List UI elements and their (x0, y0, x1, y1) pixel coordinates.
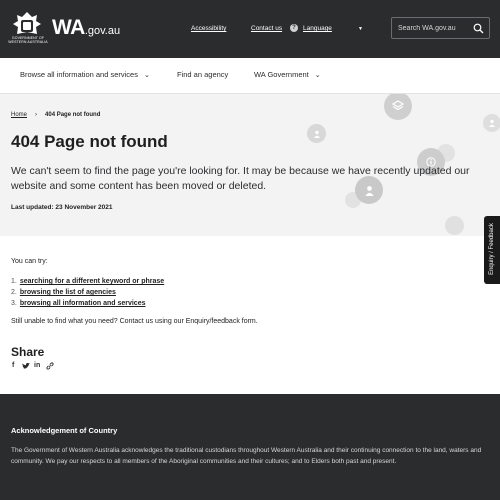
try-intro: You can try: (11, 258, 48, 265)
page-title: 404 Page not found (11, 132, 168, 151)
breadcrumb-current: 404 Page not found (45, 112, 101, 118)
last-updated: Last updated: 23 November 2021 (11, 204, 113, 211)
nav-item-find-agency[interactable]: Find an agency (177, 70, 228, 79)
breadcrumb-home-link[interactable]: Home (11, 112, 27, 118)
list-item: 1. searching for a different keyword or p… (11, 278, 165, 285)
globe-icon: ? (290, 24, 298, 32)
facebook-icon[interactable]: f (12, 362, 14, 369)
crest-caption: GOVERNMENT OF WESTERN AUSTRALIA (8, 36, 48, 44)
layers-icon (384, 94, 412, 120)
still-unable-text: Still unable to find what you need? Cont… (11, 318, 258, 325)
accessibility-link[interactable]: Accessibility (191, 25, 226, 32)
nav-item-browse[interactable]: Browse all information and services ⌄ (20, 70, 150, 79)
main-nav: Browse all information and services ⌄ Fin… (0, 58, 500, 94)
acknowledgement-text: The Government of Western Australia ackn… (11, 447, 482, 465)
suggestion-list: 1. searching for a different keyword or p… (11, 276, 164, 309)
linkedin-icon[interactable]: in (34, 362, 40, 369)
search-box[interactable] (391, 17, 490, 39)
site-footer: Acknowledgement of Country The Governmen… (0, 394, 500, 500)
agencies-list-link[interactable]: browsing the list of agencies (20, 289, 116, 296)
list-item: 2. browsing the list of agencies (11, 289, 116, 296)
acknowledgement-heading: Acknowledgement of Country (11, 426, 118, 435)
breadcrumb: Home › 404 Page not found (11, 112, 100, 118)
twitter-icon[interactable] (22, 363, 30, 370)
feedback-tab-label: Enquiry / Feedback (489, 223, 495, 275)
logo-domain: .gov.au (84, 25, 121, 37)
search-icon[interactable] (473, 23, 484, 34)
site-logo[interactable]: WA.gov.au (52, 16, 120, 40)
language-link[interactable]: Language (303, 25, 332, 32)
search-keyword-link[interactable]: searching for a different keyword or phr… (20, 278, 164, 285)
link-icon[interactable] (46, 362, 54, 370)
chevron-down-icon: ⌄ (314, 72, 321, 79)
nav-item-label: Browse all information and services (20, 70, 138, 79)
search-input[interactable] (398, 22, 468, 35)
breadcrumb-separator: › (35, 112, 38, 118)
lead-paragraph: We can't seem to find the page you're lo… (11, 165, 470, 192)
share-heading: Share (11, 345, 45, 359)
chevron-down-icon[interactable]: ▼ (358, 26, 363, 32)
enquiry-feedback-tab[interactable]: Enquiry / Feedback (484, 216, 500, 284)
hero-banner: Home › 404 Page not found 404 Page not fou… (0, 94, 500, 236)
all-information-link[interactable]: browsing all information and services (20, 300, 146, 307)
site-header: GOVERNMENT OF WESTERN AUSTRALIA WA.gov.a… (0, 0, 500, 58)
nav-item-label: WA Government (254, 70, 309, 79)
person-icon (307, 124, 326, 143)
logo-main: WA (52, 16, 85, 39)
contact-us-link[interactable]: Contact us (251, 25, 282, 32)
person-icon (483, 114, 500, 132)
nav-item-wa-government[interactable]: WA Government ⌄ (254, 70, 321, 79)
nav-item-label: Find an agency (177, 70, 229, 79)
decorative-circle (445, 216, 464, 235)
list-item: 3. browsing all information and services (11, 300, 146, 307)
chevron-down-icon: ⌄ (143, 72, 150, 79)
